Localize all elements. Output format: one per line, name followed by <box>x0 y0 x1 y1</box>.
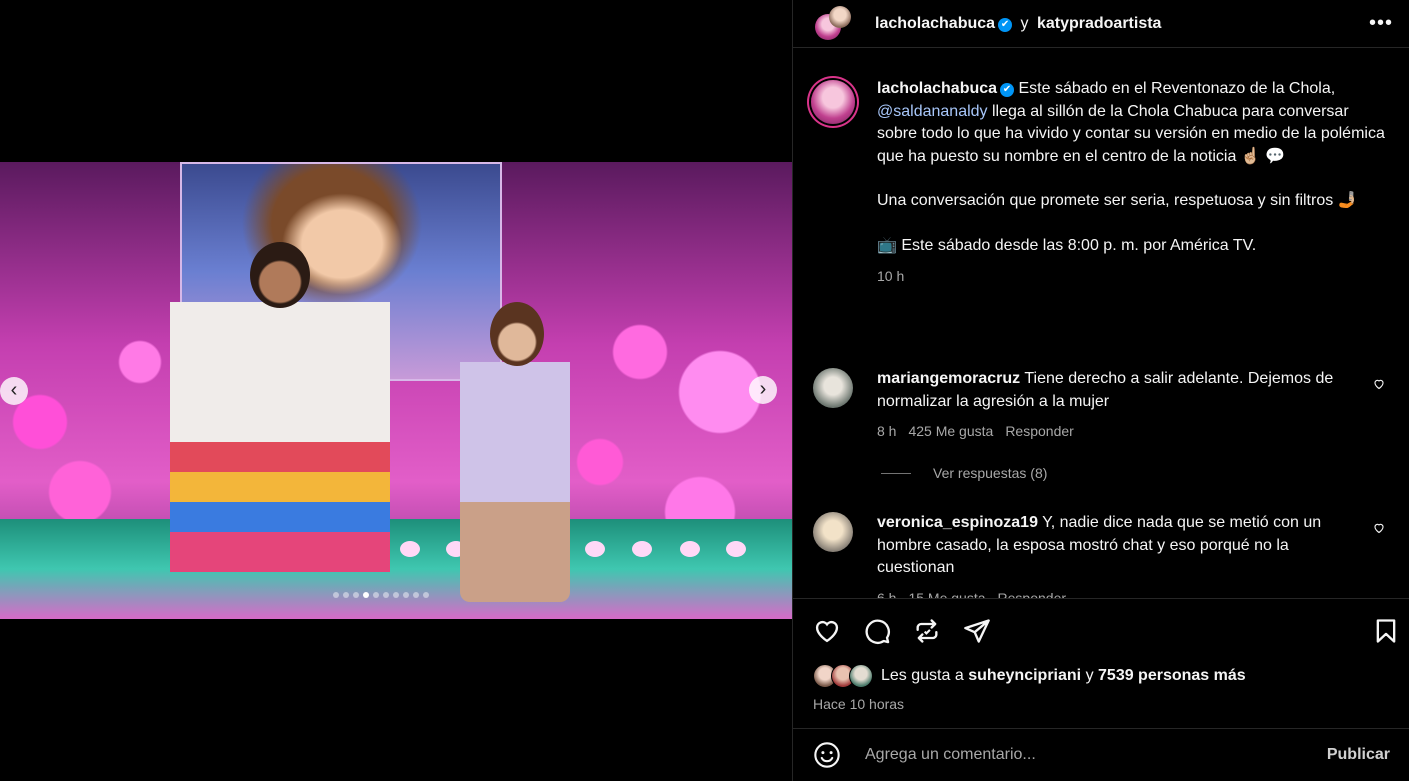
comment-item: mariangemoracruz Tiene derecho a salir a… <box>811 368 1391 481</box>
post-actions <box>793 598 1409 662</box>
post-photo[interactable] <box>0 162 792 619</box>
caption-author-avatar[interactable] <box>811 80 855 124</box>
carousel-dot <box>353 592 359 598</box>
carousel-dot <box>413 592 419 598</box>
author-username[interactable]: lacholachabuca <box>875 15 995 32</box>
comment-bubble-icon[interactable] <box>863 617 891 645</box>
carousel-dot <box>383 592 389 598</box>
post-authors: lacholachabuca ✔ y katypradoartista <box>875 15 1161 33</box>
comments-section[interactable]: lacholachabuca ✔ Este sábado en el Revent… <box>793 48 1409 598</box>
carousel-dot <box>343 592 349 598</box>
photo-person-right <box>460 302 570 602</box>
save-bookmark-icon[interactable] <box>1372 617 1400 645</box>
likes-count-link[interactable]: 7539 personas más <box>1098 667 1246 685</box>
likes-conjunction: y <box>1085 667 1094 684</box>
post-media: ‹ › <box>0 0 792 781</box>
caption-text-3: Una conversación que promete ser seria, … <box>877 192 1358 209</box>
carousel-dot <box>393 592 399 598</box>
comment-like-icon[interactable] <box>1373 522 1385 534</box>
authors-conjunction: y <box>1020 14 1029 32</box>
like-heart-icon[interactable] <box>813 617 841 645</box>
verified-icon: ✔ <box>998 17 1013 32</box>
comment-item: veronica_espinoza19 Y, nadie dice nada q… <box>811 512 1391 598</box>
photo-stage-floor <box>0 519 792 619</box>
carousel-dot <box>333 592 339 598</box>
comment-input[interactable] <box>863 745 1327 765</box>
author-avatars[interactable] <box>811 2 853 46</box>
comment-reply-button[interactable]: Responder <box>998 590 1067 599</box>
caption-text-1: Este sábado en el Reventonazo de la Chol… <box>1018 80 1336 97</box>
comment-time[interactable]: 6 h <box>877 590 896 599</box>
repost-icon[interactable] <box>913 617 941 645</box>
collaborator-avatar[interactable] <box>829 5 851 28</box>
post-date[interactable]: Hace 10 horas <box>813 696 904 712</box>
more-options-icon[interactable]: ••• <box>1369 12 1393 35</box>
caption-username[interactable]: lacholachabuca <box>877 80 997 97</box>
collaborator-username[interactable]: katypradoartista <box>1037 15 1162 32</box>
comment-likes[interactable]: 15 Me gusta <box>908 590 985 599</box>
commenter-username[interactable]: veronica_espinoza19 <box>877 514 1038 531</box>
carousel-dot <box>373 592 379 598</box>
commenter-avatar[interactable] <box>813 512 853 552</box>
liker-username[interactable]: suheyncipriani <box>968 667 1081 685</box>
emoji-icon[interactable] <box>813 741 841 769</box>
post-header: lacholachabuca ✔ y katypradoartista ••• <box>793 0 1409 48</box>
likes-summary: Les gusta a suheyncipriani y 7539 person… <box>813 664 1246 688</box>
share-send-icon[interactable] <box>963 617 991 645</box>
comment-likes[interactable]: 425 Me gusta <box>908 423 993 439</box>
caption: lacholachabuca ✔ Este sábado en el Revent… <box>811 78 1391 288</box>
view-replies-button[interactable]: Ver respuestas (8) <box>881 465 1391 481</box>
view-replies-label: Ver respuestas (8) <box>933 465 1048 481</box>
commenter-username[interactable]: mariangemoracruz <box>877 370 1020 387</box>
post-panel: lacholachabuca ✔ y katypradoartista ••• l… <box>792 0 1409 781</box>
carousel-dot <box>423 592 429 598</box>
carousel-dot <box>363 592 369 598</box>
photo-person-left <box>170 242 390 592</box>
caption-timestamp[interactable]: 10 h <box>877 265 1391 288</box>
carousel-dot <box>403 592 409 598</box>
liker-avatars[interactable] <box>813 664 873 688</box>
likes-prefix: Les gusta a <box>881 667 964 684</box>
caption-mention-link[interactable]: @saldananaldy <box>877 103 988 120</box>
carousel-next-button[interactable]: › <box>749 376 777 404</box>
verified-icon: ✔ <box>1000 83 1015 97</box>
commenter-avatar[interactable] <box>813 368 853 408</box>
comment-reply-button[interactable]: Responder <box>1005 423 1074 439</box>
publish-button[interactable]: Publicar <box>1327 746 1390 764</box>
comment-like-icon[interactable] <box>1373 378 1385 390</box>
caption-text-4: 📺 Este sábado desde las 8:00 p. m. por A… <box>877 236 1257 254</box>
comment-time[interactable]: 8 h <box>877 423 896 439</box>
carousel-prev-button[interactable]: ‹ <box>0 377 28 405</box>
comment-composer: Publicar <box>793 728 1409 781</box>
carousel-dots <box>333 592 429 598</box>
